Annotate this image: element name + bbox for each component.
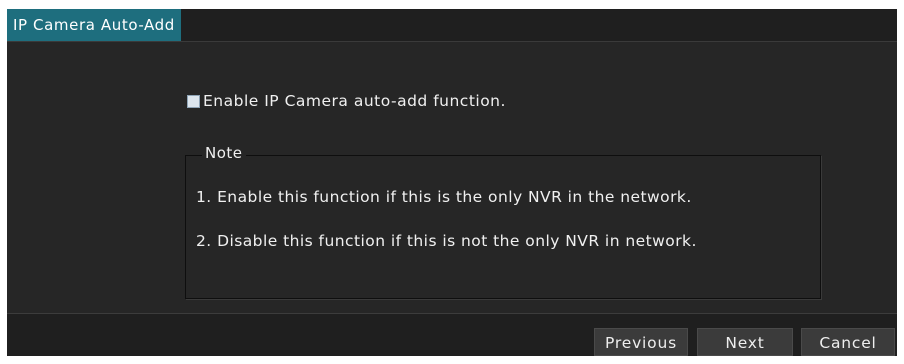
dialog-content: Enable IP Camera auto-add function. Note… — [7, 42, 897, 312]
note-group: Note 1. Enable this function if this is … — [185, 144, 821, 299]
note-legend: Note — [202, 144, 246, 162]
enable-auto-add-checkbox[interactable] — [187, 94, 200, 108]
cancel-button[interactable]: Cancel — [801, 328, 895, 356]
dialog-footer: Previous Next Cancel — [7, 313, 897, 356]
previous-button[interactable]: Previous — [594, 328, 688, 356]
enable-auto-add-row[interactable]: Enable IP Camera auto-add function. — [187, 90, 506, 112]
next-button[interactable]: Next — [697, 328, 793, 356]
enable-auto-add-label[interactable]: Enable IP Camera auto-add function. — [203, 92, 506, 110]
note-line-2: 2. Disable this function if this is not … — [196, 232, 697, 250]
ip-camera-auto-add-dialog: IP Camera Auto-Add Enable IP Camera auto… — [7, 9, 897, 356]
title-bar: IP Camera Auto-Add — [7, 9, 897, 42]
dialog-title: IP Camera Auto-Add — [7, 9, 181, 41]
note-line-1: 1. Enable this function if this is the o… — [196, 188, 692, 206]
